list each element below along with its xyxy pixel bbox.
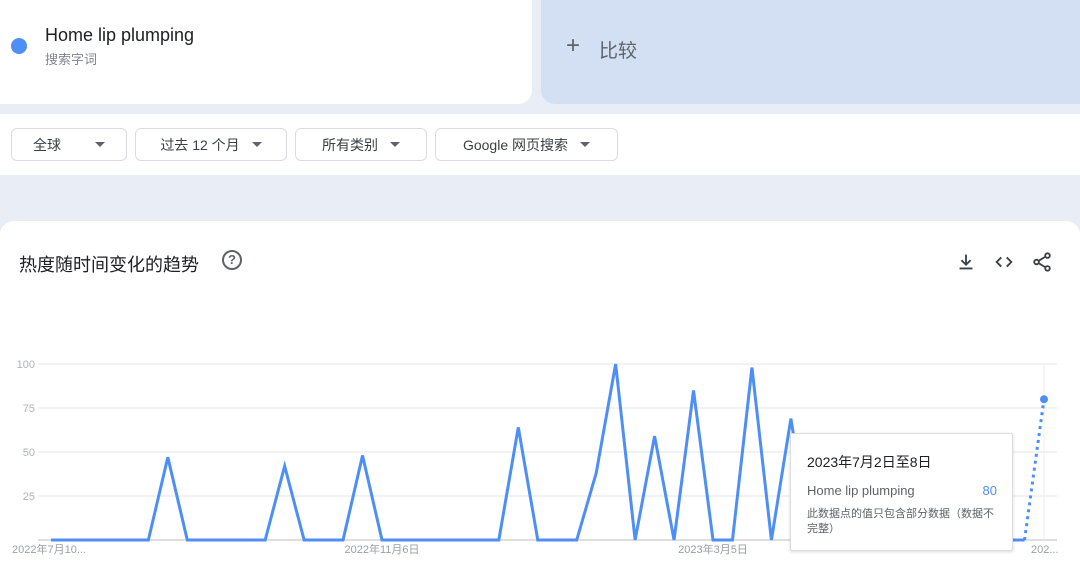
y-tick-label: 25 (23, 491, 35, 503)
tooltip-partial-note: 此数据点的值只包含部分数据（数据不完整） (807, 508, 994, 535)
x-tick-label: 2022年11月6日 (344, 542, 419, 556)
x-tick-label: 2022年7月10... (12, 542, 86, 556)
y-tick-label: 100 (17, 359, 35, 371)
y-tick-label: 75 (23, 403, 35, 415)
x-tick-label: 202... (1031, 544, 1059, 556)
data-point (1039, 394, 1049, 405)
tooltip-term: Home lip plumping (807, 483, 915, 498)
y-tick-label: 50 (23, 447, 35, 459)
series-line-partial (1023, 398, 1046, 541)
tooltip-value: 80 (982, 483, 997, 498)
x-tick-label: 2023年3月5日 (678, 542, 748, 556)
tooltip-date: 2023年7月2日至8日 (807, 454, 932, 470)
data-point-tooltip: 2023年7月2日至8日 Home lip plumping 80 此数据点的值… (790, 433, 1013, 551)
